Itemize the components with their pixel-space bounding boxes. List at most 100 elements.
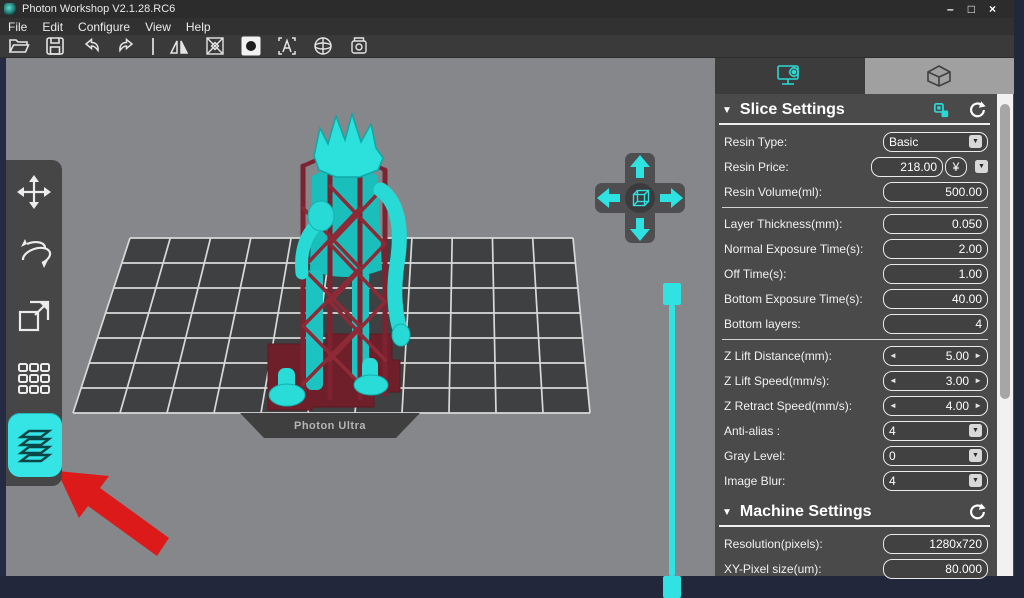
increment-icon[interactable]: ► xyxy=(974,401,982,410)
setting-label: Resin Type: xyxy=(724,135,787,149)
undo-icon[interactable] xyxy=(80,35,102,57)
value-field[interactable]: 40.00 xyxy=(883,289,988,309)
setting-label: Z Lift Speed(mm/s): xyxy=(724,374,829,388)
dropdown-field[interactable]: Basic▼ xyxy=(883,132,988,152)
machine-tab-icon xyxy=(926,64,952,88)
value-field[interactable]: 2.00 xyxy=(883,239,988,259)
dropdown-arrow-icon[interactable]: ▼ xyxy=(969,135,982,148)
setting-label: Resolution(pixels): xyxy=(724,537,823,551)
open-file-icon[interactable] xyxy=(8,35,30,57)
increment-icon[interactable]: ► xyxy=(974,376,982,385)
value-field[interactable]: 0.050 xyxy=(883,214,988,234)
save-file-icon[interactable] xyxy=(44,35,66,57)
dropdown-arrow-icon[interactable]: ▼ xyxy=(969,474,982,487)
tab-machine[interactable] xyxy=(865,58,1015,94)
slice-button[interactable] xyxy=(8,413,62,477)
setting-row-resin-price: Resin Price: 218.00¥ ▼ xyxy=(715,154,1014,179)
scrollbar-thumb[interactable] xyxy=(1000,104,1010,399)
dropdown-field[interactable]: 4▼ xyxy=(883,471,988,491)
value-field[interactable]: 1280x720 xyxy=(883,534,988,554)
z-slider-bottom-handle[interactable] xyxy=(663,576,681,598)
dropdown-arrow-icon[interactable]: ▼ xyxy=(969,424,982,437)
z-height-slider[interactable] xyxy=(669,305,675,576)
z-slider-top-handle[interactable] xyxy=(663,283,681,305)
move-tool-icon[interactable] xyxy=(15,172,53,212)
reset-icon[interactable] xyxy=(967,100,987,120)
plate-label: Photon Ultra xyxy=(294,420,366,432)
setting-row-gray-level: Gray Level:0▼ xyxy=(715,443,1014,468)
titlebar: Photon Workshop V2.1.28.RC6 xyxy=(0,0,1024,18)
photon-logo-icon xyxy=(4,3,16,15)
motion-settings-group: Z Lift Distance(mm): ◄5.00► Z Lift Speed(m… xyxy=(715,343,1014,493)
viewport-3d-scene[interactable]: Photon Ultra xyxy=(0,58,715,576)
photon-workshop-window: Photon Workshop V2.1.28.RC6 – □ × File E… xyxy=(0,0,1024,576)
menu-edit[interactable]: Edit xyxy=(42,20,63,34)
setting-row-normal-exposure-time-s: Normal Exposure Time(s):2.00 xyxy=(715,236,1014,261)
scale-tool-icon[interactable] xyxy=(15,296,53,336)
value-field[interactable]: 500.00 xyxy=(883,182,988,202)
window-title: Photon Workshop V2.1.28.RC6 xyxy=(22,3,175,15)
maximize-button[interactable]: □ xyxy=(968,0,975,18)
setting-row-z-lift-distance-mm: Z Lift Distance(mm): ◄5.00► xyxy=(715,343,1014,368)
dropdown-arrow-icon[interactable]: ▼ xyxy=(969,449,982,462)
separator xyxy=(722,339,988,340)
stepper-field[interactable]: ◄3.00► xyxy=(883,371,988,391)
tab-slice-settings[interactable] xyxy=(715,58,865,94)
menu-configure[interactable]: Configure xyxy=(78,20,130,34)
decrement-icon[interactable]: ◄ xyxy=(889,376,897,385)
collapse-caret-icon[interactable]: ▼ xyxy=(722,105,732,116)
panel-body: ▼ Slice Settings Resin Type:Basic▼Resin … xyxy=(715,94,1014,576)
redo-icon[interactable] xyxy=(116,35,138,57)
mirror-icon[interactable] xyxy=(168,35,190,57)
menubar: File Edit Configure View Help xyxy=(0,18,1024,35)
panel-scrollbar[interactable] xyxy=(997,94,1013,576)
separator xyxy=(722,207,988,208)
rotate-tool-icon[interactable] xyxy=(15,234,53,274)
menu-file[interactable]: File xyxy=(8,20,27,34)
setting-row-bottom-exposure-time-s: Bottom Exposure Time(s):40.00 xyxy=(715,286,1014,311)
currency-field[interactable]: ¥ xyxy=(945,157,967,177)
dropdown-field[interactable]: 4▼ xyxy=(883,421,988,441)
split-model-icon[interactable] xyxy=(312,35,334,57)
machine-settings-group: Resolution(pixels): 1280x720XY-Pixel size… xyxy=(715,531,1014,581)
setting-label: Z Lift Distance(mm): xyxy=(724,349,832,363)
navpad-home-cube-icon[interactable] xyxy=(625,183,655,213)
machine-settings-title: Machine Settings xyxy=(740,503,872,521)
setting-row-resolution-pixels: Resolution(pixels): 1280x720 xyxy=(715,531,1014,556)
collapse-caret-icon[interactable]: ▼ xyxy=(722,507,732,518)
close-button[interactable]: × xyxy=(989,0,996,18)
setting-label: Image Blur: xyxy=(724,474,785,488)
transfer-params-icon[interactable] xyxy=(932,101,951,120)
value-field[interactable]: 218.00 xyxy=(871,157,943,177)
setting-row-resin-volume-ml: Resin Volume(ml): 500.00 xyxy=(715,179,1014,204)
punch-hole-icon[interactable] xyxy=(240,35,262,57)
dropdown-arrow-icon[interactable]: ▼ xyxy=(975,160,988,173)
slice-settings-header: ▼ Slice Settings xyxy=(719,97,990,125)
exposure-settings-group: Layer Thickness(mm):0.050Normal Exposure… xyxy=(715,211,1014,336)
dropdown-field[interactable]: 0▼ xyxy=(883,446,988,466)
menu-help[interactable]: Help xyxy=(186,20,211,34)
setting-label: Bottom layers: xyxy=(724,317,801,331)
text-tool-icon[interactable] xyxy=(276,35,298,57)
clone-layout-icon[interactable] xyxy=(15,358,53,398)
setting-row-xy-pixel-size-um: XY-Pixel size(um):80.000 xyxy=(715,556,1014,581)
stepper-field[interactable]: ◄5.00► xyxy=(883,346,988,366)
toolbar xyxy=(0,35,1024,58)
minimize-button[interactable]: – xyxy=(947,0,954,18)
menu-view[interactable]: View xyxy=(145,20,171,34)
setting-row-z-retract-speed-mm-s: Z Retract Speed(mm/s):◄4.00► xyxy=(715,393,1014,418)
hollow-pattern-icon[interactable] xyxy=(204,35,226,57)
reset-icon[interactable] xyxy=(967,502,987,522)
window-controls: – □ × xyxy=(947,0,996,18)
setting-label: Resin Price: xyxy=(724,160,789,174)
value-field[interactable]: 1.00 xyxy=(883,264,988,284)
stepper-field[interactable]: ◄4.00► xyxy=(883,396,988,416)
setting-row-anti-alias: Anti-alias :4▼ xyxy=(715,418,1014,443)
slice-settings-title: Slice Settings xyxy=(740,101,845,119)
increment-icon[interactable]: ► xyxy=(974,351,982,360)
machine-icon[interactable] xyxy=(348,35,370,57)
decrement-icon[interactable]: ◄ xyxy=(889,351,897,360)
value-field[interactable]: 4 xyxy=(883,314,988,334)
setting-label: Resin Volume(ml): xyxy=(724,185,822,199)
decrement-icon[interactable]: ◄ xyxy=(889,401,897,410)
